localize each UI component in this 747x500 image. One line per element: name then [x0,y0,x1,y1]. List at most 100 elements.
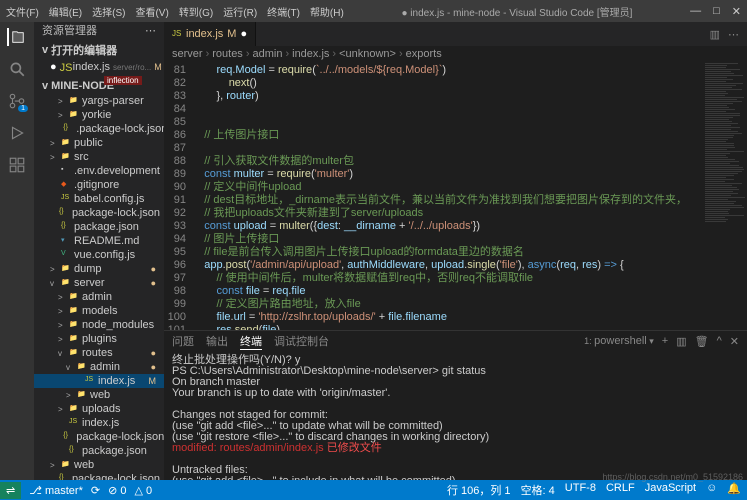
warnings-indicator[interactable]: △ 0 [134,484,152,497]
trash-icon[interactable]: 🗑 [695,335,709,348]
more-icon[interactable]: ⋯ [728,28,739,41]
indent-indicator[interactable]: 空格: 4 [521,482,555,498]
breadcrumb-item[interactable]: index.js [292,48,329,60]
breadcrumb-item[interactable]: exports [406,48,442,60]
tree-item[interactable]: >📁web [34,458,164,472]
tree-item[interactable]: >📁yargs-parser [34,94,164,108]
tree-item[interactable]: JSindex.jsM [34,374,164,388]
tree-item[interactable]: >📁uploads [34,402,164,416]
sidebar-title: 资源管理器 [42,22,97,38]
feedback-icon[interactable]: ☺ [706,482,717,498]
tree-item[interactable]: >📁admin [34,290,164,304]
tree-item[interactable]: >📁dump● [34,262,164,276]
code-lines[interactable]: req.Model = require(`../../models/${req.… [192,62,747,330]
tree-item[interactable]: >📁web [34,388,164,402]
editor-tabs: JS index.js M ● ▥ ⋯ [164,22,747,46]
tree-item[interactable]: >📁models [34,304,164,318]
errors-indicator[interactable]: ⊘ 0 [108,484,126,497]
tree-item[interactable]: >📁node_modules [34,318,164,332]
source-control-icon[interactable]: 1 [8,92,26,110]
breadcrumb-item[interactable]: <unknown> [339,48,396,60]
tree-item[interactable]: Vvue.config.js [34,248,164,262]
tab-dirty-icon[interactable]: ● [240,28,247,40]
menu-item[interactable]: 编辑(E) [49,4,82,19]
tree-item[interactable]: ◆.gitignore [34,178,164,192]
debug-icon[interactable] [8,124,26,142]
inflection-badge: inflection [104,76,142,85]
remote-button[interactable]: ⇌ [0,482,21,499]
explorer-icon[interactable] [7,28,25,46]
new-terminal-icon[interactable]: + [662,335,668,347]
branch-indicator[interactable]: ⎇ master* [29,484,83,497]
tree-item[interactable]: {}package.json [34,444,164,458]
sidebar-header: 资源管理器 ⋯ [34,22,164,38]
title-bar: 文件(F) 编辑(E) 选择(S) 查看(V) 转到(G) 运行(R) 终端(T) 帮助(H)… [0,0,747,22]
window-title: ● index.js - mine-node - Visual Studio C… [344,4,690,19]
panel-tab[interactable]: 调试控制台 [274,333,329,349]
menu-item[interactable]: 转到(G) [179,4,213,19]
language-indicator[interactable]: JavaScript [645,482,696,498]
tree-item[interactable]: v📁server● [34,276,164,290]
window-controls: — □ ✕ [690,5,741,18]
close-panel-icon[interactable]: ✕ [730,335,739,348]
encoding-indicator[interactable]: UTF-8 [565,482,596,498]
activity-bar: 1 [0,22,34,480]
js-icon: JS [60,62,70,72]
tree-item[interactable]: v📁routes● [34,346,164,360]
menu-item[interactable]: 选择(S) [92,4,125,19]
panel-tab[interactable]: 终端 [240,333,262,350]
window-control-button[interactable]: ✕ [732,5,741,18]
menu-item[interactable]: 运行(R) [223,4,257,19]
panel-tab[interactable]: 问题 [172,333,194,349]
tree-item[interactable]: {}package.json [34,220,164,234]
tree-item[interactable]: {}package-lock.json [34,206,164,220]
menu-item[interactable]: 查看(V) [135,4,168,19]
menu-item[interactable]: 帮助(H) [310,4,344,19]
sync-icon[interactable]: ⟳ [91,484,100,497]
eol-indicator[interactable]: CRLF [606,482,635,498]
tree-item[interactable]: >📁public [34,136,164,150]
tree-item[interactable]: JSbabel.config.js [34,192,164,206]
menu-item[interactable]: 终端(T) [267,4,300,19]
minimap[interactable] [703,62,747,262]
search-icon[interactable] [8,60,26,78]
tree-item[interactable]: JSindex.js [34,416,164,430]
split-editor-icon[interactable]: ▥ [710,28,720,41]
menu-item[interactable]: 文件(F) [6,4,39,19]
menu-bar: 文件(F) 编辑(E) 选择(S) 查看(V) 转到(G) 运行(R) 终端(T) 帮助(H) [6,4,344,19]
breadcrumb[interactable]: server›routes›admin›index.js›<unknown>›e… [164,46,747,62]
tree-item[interactable]: >📁yorkie [34,108,164,122]
breadcrumb-item[interactable]: admin [252,48,282,60]
split-terminal-icon[interactable]: ▥ [676,335,686,348]
project-section[interactable]: vMINE-NODE [34,78,164,94]
tree-item[interactable]: >📁plugins [34,332,164,346]
window-control-button[interactable]: □ [713,5,720,18]
open-editors-section[interactable]: v打开的编辑器 [34,40,164,60]
tree-item[interactable]: {}.package-lock.json [34,122,164,136]
more-icon[interactable]: ⋯ [145,24,156,37]
maximize-icon[interactable]: ^ [717,335,722,347]
tree-item[interactable]: ▪.env.development [34,164,164,178]
status-bar: ⇌ ⎇ master* ⟳ ⊘ 0 △ 0 行 106，列 1 空格: 4 UT… [0,480,747,500]
breadcrumb-item[interactable]: routes [212,48,243,60]
panel-tab[interactable]: 输出 [206,333,228,349]
window-control-button[interactable]: — [690,5,701,18]
tree-item[interactable]: {}package-lock.json [34,430,164,444]
terminal[interactable]: 终止批处理操作吗(Y/N)? yPS C:\Users\Administrato… [164,351,747,480]
extensions-icon[interactable] [8,156,26,174]
sidebar: 资源管理器 ⋯ v打开的编辑器 ● JS index.js server/ro.… [34,22,164,480]
cursor-position[interactable]: 行 106，列 1 [447,482,511,498]
tree-item[interactable]: {}package-lock.json [34,472,164,480]
editor-area: JS index.js M ● ▥ ⋯ server›routes›admin›… [164,22,747,480]
tree-item[interactable]: >📁src [34,150,164,164]
shell-selector[interactable]: 1: powershell ▾ [584,335,654,347]
bell-icon[interactable]: 🔔 [727,482,741,498]
js-icon: JS [172,29,182,39]
tree-item[interactable]: v📁admin● [34,360,164,374]
tab-index-js[interactable]: JS index.js M ● [164,22,256,46]
breadcrumb-item[interactable]: server [172,48,203,60]
tree-item[interactable]: ▾README.md [34,234,164,248]
open-editor-item[interactable]: ● JS index.js server/ro... M [34,60,164,74]
watermark: https://blog.csdn.net/m0_51592186 [602,472,743,482]
code-editor[interactable]: 8182838485868788899091929394959697989910… [164,62,747,330]
